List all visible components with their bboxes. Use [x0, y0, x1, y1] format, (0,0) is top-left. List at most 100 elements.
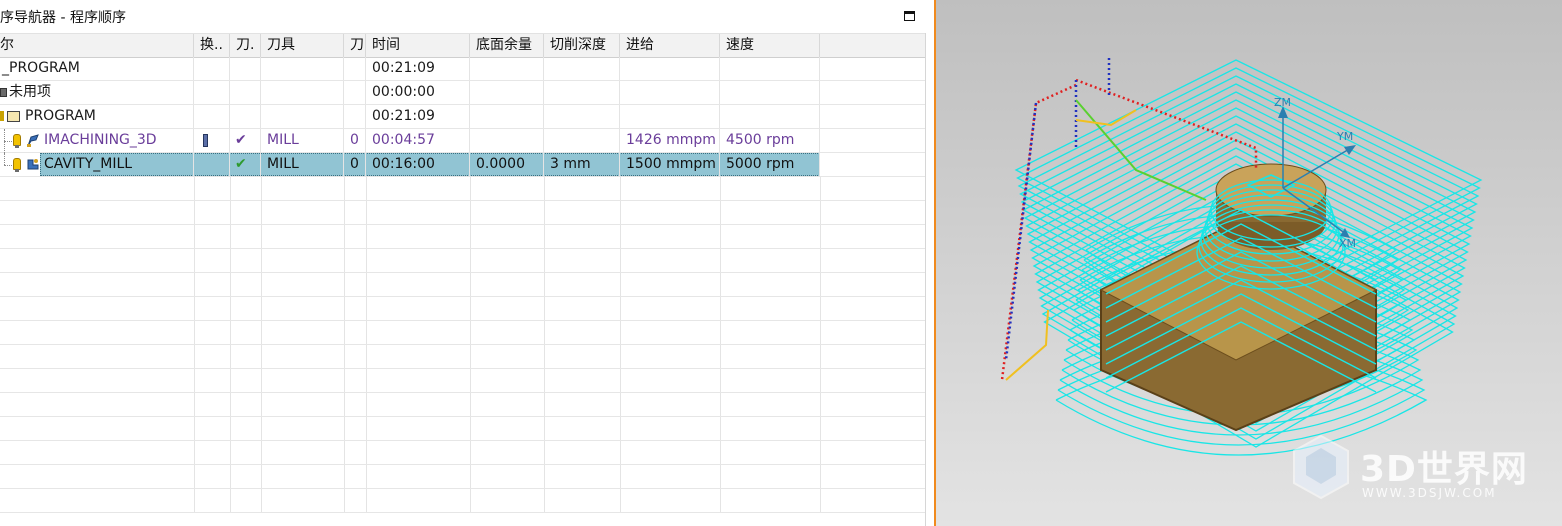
empty-row: [0, 297, 925, 321]
grid-divider: [720, 321, 721, 344]
grid-divider: [366, 249, 367, 272]
grid-divider: [470, 225, 471, 248]
grid-divider: [194, 489, 195, 512]
empty-row: [0, 417, 925, 441]
grid-divider: [620, 489, 621, 512]
column-header-tool-number[interactable]: 刀: [344, 34, 366, 57]
grid-divider: [344, 489, 345, 512]
grid-divider: [820, 441, 821, 464]
operation-navigator: 序导航器 - 程序顺序 尔 换.. 刀. 刀具 刀 时间 底面余量 切削深度 进…: [0, 0, 934, 526]
grid-divider: [230, 201, 231, 224]
grid-divider: [366, 441, 367, 464]
grid-divider: [820, 489, 821, 512]
grid-divider: [230, 177, 231, 200]
cell-tool-number: [344, 105, 366, 128]
empty-row: [0, 225, 925, 249]
grid-divider: [194, 417, 195, 440]
grid-divider: [261, 369, 262, 392]
table-header: 尔 换.. 刀. 刀具 刀 时间 底面余量 切削深度 进给 速度: [0, 33, 925, 58]
grid-divider: [544, 417, 545, 440]
grid-divider: [194, 177, 195, 200]
grid-divider: [194, 297, 195, 320]
column-header-tool[interactable]: 刀具: [261, 34, 344, 57]
grid-divider: [620, 465, 621, 488]
grid-divider: [194, 225, 195, 248]
grid-divider: [230, 441, 231, 464]
grid-divider: [344, 225, 345, 248]
cell-path: [230, 57, 261, 80]
grid-divider: [366, 201, 367, 224]
grid-divider: [544, 441, 545, 464]
graphics-viewport[interactable]: ZM YM XM 3D世界网 WWW.3DSJW.COM: [934, 0, 1562, 526]
grid-divider: [344, 273, 345, 296]
table-row[interactable]: PROGRAM 00:21:09: [0, 105, 925, 129]
table-row-selected[interactable]: CAVITY_MILL ✔ MILL 0 00:16:00 0.0000 3 m…: [0, 153, 925, 177]
grid-divider: [820, 225, 821, 248]
navigator-title: 序导航器 - 程序顺序: [0, 10, 126, 26]
grid-divider: [194, 369, 195, 392]
grid-divider: [366, 417, 367, 440]
cell-speed: [720, 57, 820, 80]
cell-floor-stock: [470, 105, 544, 128]
grid-divider: [470, 345, 471, 368]
cell-feed: 1426 mmpm: [620, 129, 720, 152]
grid-divider: [344, 393, 345, 416]
grid-divider: [194, 393, 195, 416]
column-header-name[interactable]: 尔: [0, 34, 194, 57]
grid-divider: [820, 177, 821, 200]
column-header-feed[interactable]: 进给: [620, 34, 720, 57]
cell-speed: [720, 81, 820, 104]
cell-path: [230, 105, 261, 128]
column-header-floor-stock[interactable]: 底面余量: [470, 34, 544, 57]
grid-divider: [261, 345, 262, 368]
grid-divider: [470, 297, 471, 320]
column-header-tool-change[interactable]: 换..: [194, 34, 230, 57]
grid-divider: [720, 465, 721, 488]
grid-divider: [344, 249, 345, 272]
cell-tool-change: [194, 105, 230, 128]
column-header-path[interactable]: 刀.: [230, 34, 261, 57]
table-row[interactable]: 未用项 00:00:00: [0, 81, 925, 105]
grid-divider: [344, 369, 345, 392]
column-header-speed[interactable]: 速度: [720, 34, 820, 57]
grid-divider: [544, 393, 545, 416]
table-row[interactable]: IMACHINING_3D ✔ MILL 0 00:04:57 1426 mmp…: [0, 129, 925, 153]
cell-tool: [261, 105, 344, 128]
grid-divider: [261, 177, 262, 200]
cell-floor-stock: 0.0000: [470, 153, 544, 176]
empty-row: [0, 441, 925, 465]
column-header-blank: [820, 34, 925, 57]
grid-divider: [470, 417, 471, 440]
z-axis-label: ZM: [1274, 96, 1292, 109]
grid-divider: [366, 345, 367, 368]
table-row[interactable]: _PROGRAM 00:21:09: [0, 57, 925, 81]
y-axis-label: YM: [1337, 130, 1354, 143]
grid-divider: [820, 345, 821, 368]
column-header-time[interactable]: 时间: [366, 34, 470, 57]
grid-divider: [230, 417, 231, 440]
grid-divider: [820, 321, 821, 344]
grid-divider: [261, 249, 262, 272]
cell-path: [230, 81, 261, 104]
cell-speed: 5000 rpm: [720, 153, 820, 176]
grid-divider: [230, 225, 231, 248]
grid-divider: [194, 345, 195, 368]
cell-tool: [261, 57, 344, 80]
cell-floor-stock: [470, 129, 544, 152]
empty-row: [0, 489, 925, 513]
grid-divider: [544, 177, 545, 200]
x-axis-label: XM: [1339, 237, 1357, 250]
grid-divider: [620, 225, 621, 248]
maximize-icon[interactable]: [904, 11, 915, 21]
cell-tool-number: 0: [344, 129, 366, 152]
empty-row: [0, 345, 925, 369]
grid-divider: [470, 393, 471, 416]
grid-divider: [230, 273, 231, 296]
cell-speed: [720, 105, 820, 128]
cell-time: 00:00:00: [366, 81, 470, 104]
path-status-check-icon: ✔: [230, 129, 261, 152]
cell-tool: MILL: [261, 129, 344, 152]
cell-time: 00:21:09: [366, 57, 470, 80]
column-header-cut-depth[interactable]: 切削深度: [544, 34, 620, 57]
grid-divider: [544, 345, 545, 368]
